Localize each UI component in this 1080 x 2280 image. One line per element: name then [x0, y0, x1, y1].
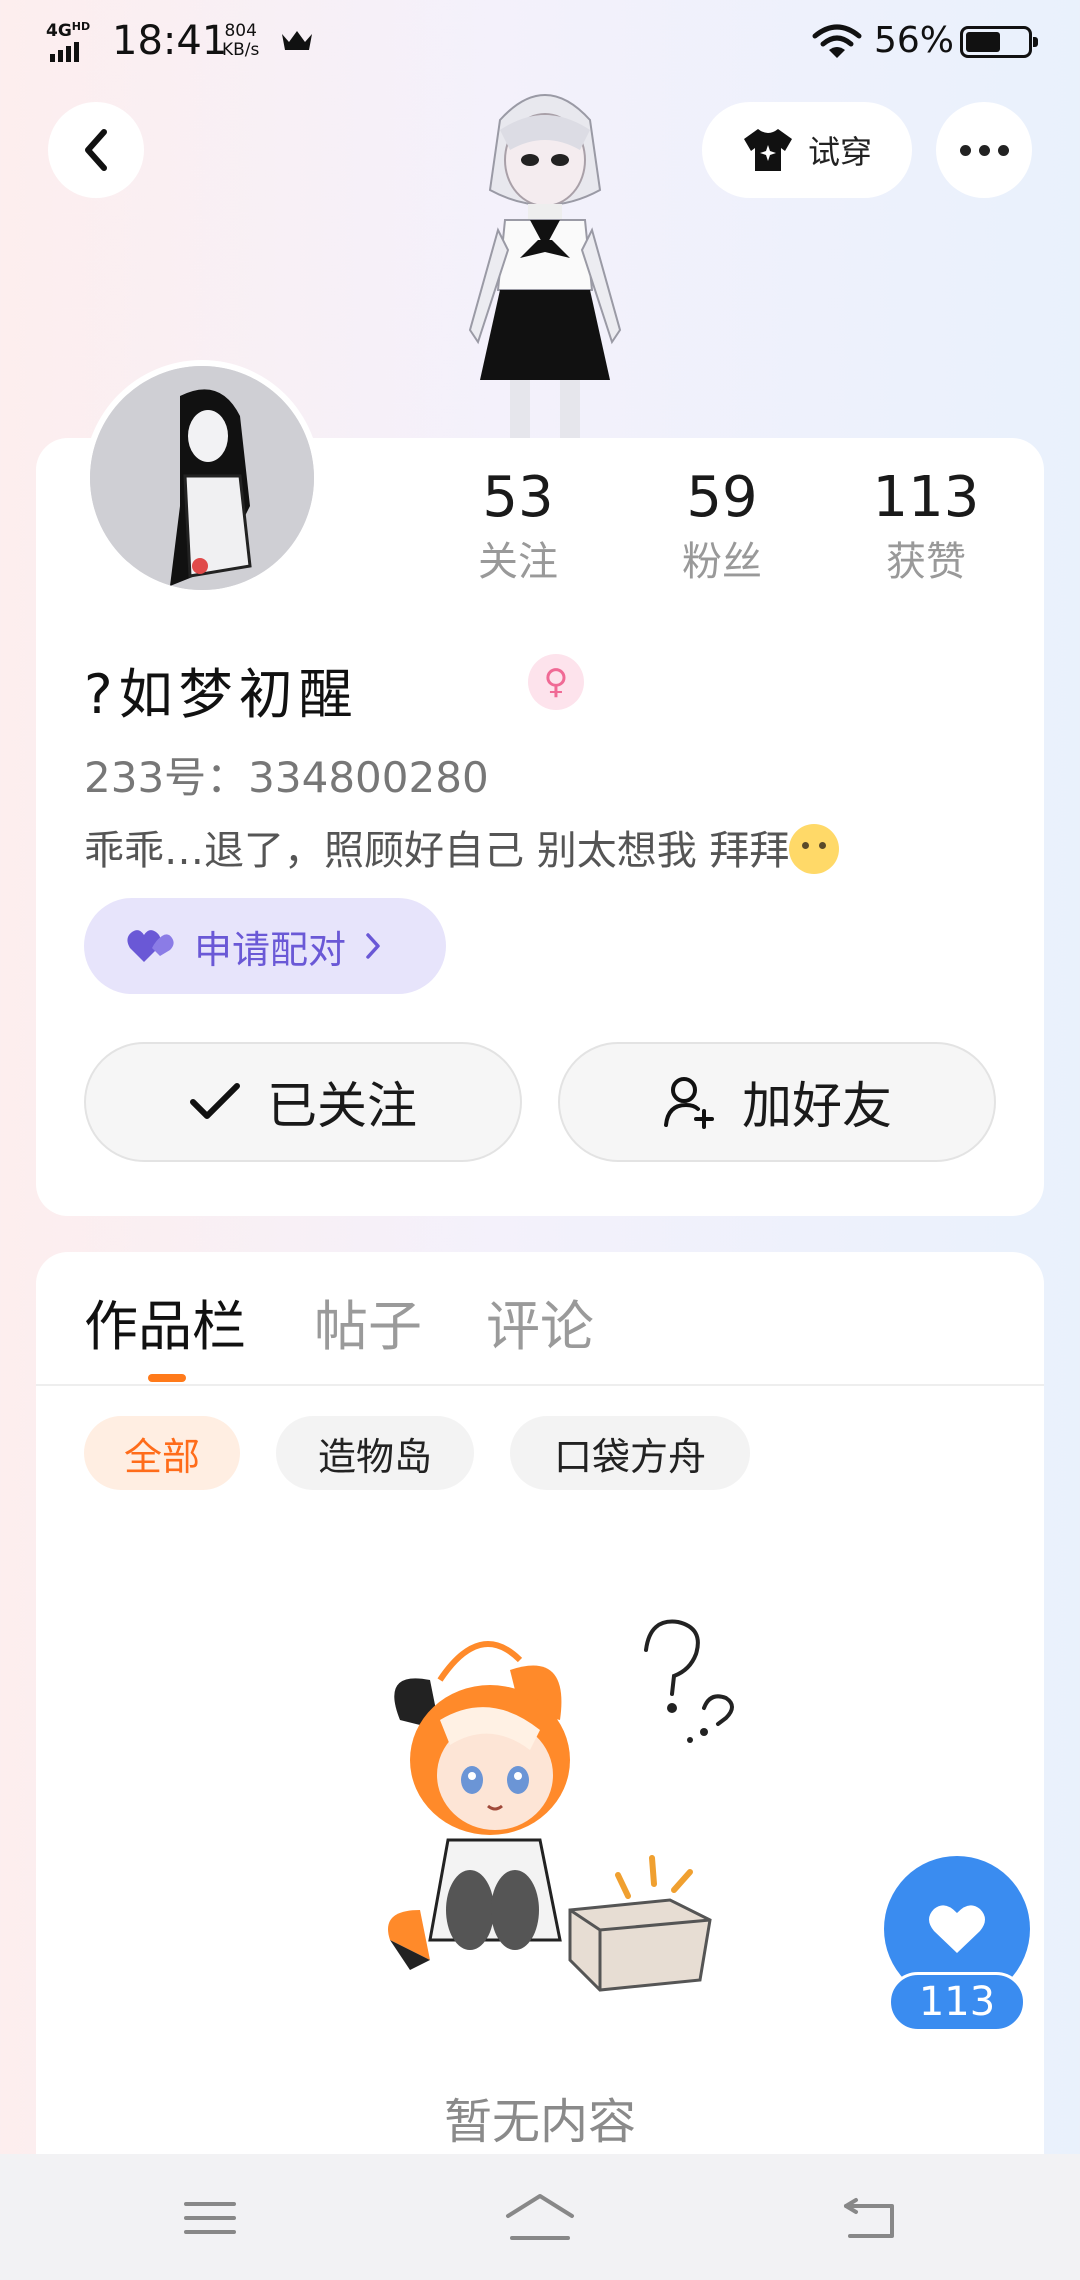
- avatar[interactable]: [84, 360, 320, 596]
- crown-icon: [282, 31, 312, 50]
- system-nav-bar: [0, 2154, 1080, 2280]
- stat-following[interactable]: 53 关注: [438, 462, 598, 590]
- emoji-icon: [789, 824, 840, 874]
- try-on-label: 试穿: [807, 133, 872, 171]
- battery-percent: 56%: [874, 20, 955, 61]
- request-pair-button[interactable]: 申请配对: [84, 898, 446, 994]
- empty-state-text: 暂无内容: [443, 2094, 636, 2150]
- more-icon: [956, 141, 1013, 160]
- add-friend-button[interactable]: 加好友: [558, 1042, 996, 1162]
- stat-followers[interactable]: 59 粉丝: [642, 462, 802, 590]
- back-button[interactable]: [48, 102, 144, 198]
- back-nav-icon[interactable]: [840, 2190, 900, 2246]
- stat-likes[interactable]: 113 获赞: [846, 462, 1006, 590]
- divider: [36, 1384, 1044, 1386]
- filter-all[interactable]: 全部: [84, 1416, 240, 1490]
- wifi-icon: [812, 24, 862, 58]
- heart-icon: [929, 1905, 985, 1953]
- menu-icon[interactable]: [180, 2190, 240, 2246]
- filter-creation-island[interactable]: 造物岛: [276, 1416, 474, 1490]
- profile-stats: 53 关注 59 粉丝 113 获赞: [438, 462, 1038, 602]
- female-icon: ♀: [528, 654, 584, 710]
- status-time: 18:41: [112, 18, 228, 64]
- chevron-right-icon: [366, 933, 380, 959]
- shirt-icon: [743, 129, 792, 171]
- add-user-icon: [664, 1077, 714, 1129]
- avatar-3d-figure: [468, 94, 622, 440]
- tab-posts[interactable]: 帖子: [314, 1282, 422, 1361]
- home-icon[interactable]: [504, 2190, 576, 2246]
- more-button[interactable]: [936, 102, 1032, 198]
- following-label: 已关注: [267, 1077, 417, 1135]
- try-on-button[interactable]: 试穿: [702, 102, 912, 198]
- network-speed: 804 KB/s: [222, 21, 260, 60]
- bio: 乖乖…退了，照顾好自己 别太想我 拜拜: [84, 818, 840, 876]
- like-count: 113: [888, 1972, 1026, 2032]
- nickname: ?如梦初醒: [84, 663, 359, 726]
- tab-comments[interactable]: 评论: [486, 1282, 594, 1361]
- avatar-image: [90, 366, 314, 590]
- hearts-icon: [127, 930, 174, 962]
- following-button[interactable]: 已关注: [84, 1042, 522, 1162]
- tab-indicator: [148, 1374, 186, 1382]
- request-pair-label: 申请配对: [194, 927, 347, 972]
- add-friend-label: 加好友: [742, 1077, 892, 1135]
- check-icon: [190, 1083, 240, 1119]
- battery-icon: [960, 26, 1038, 58]
- back-icon: [85, 129, 107, 171]
- signal-icon: 4GHD: [46, 20, 100, 62]
- filter-pocket-ark[interactable]: 口袋方舟: [510, 1416, 750, 1490]
- tab-works[interactable]: 作品栏: [84, 1282, 246, 1361]
- user-id: 233号：334800280: [84, 753, 489, 802]
- empty-state-illustration: [388, 1619, 734, 1992]
- status-bar: 4GHD 18:41 804 KB/s 56%: [0, 0, 1080, 84]
